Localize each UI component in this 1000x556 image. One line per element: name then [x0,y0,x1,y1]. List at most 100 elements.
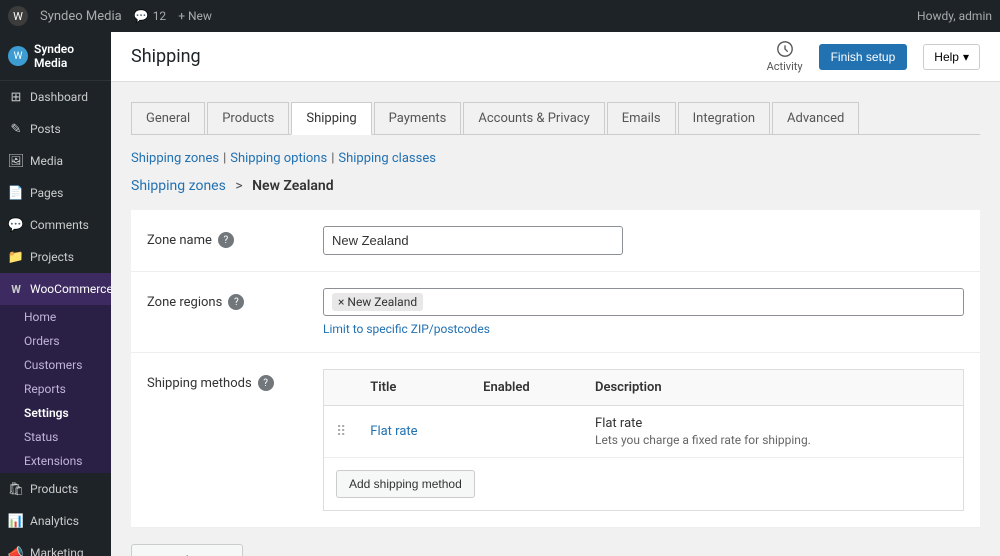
method-row-flat-rate: ⠿ Flat rate [324,406,963,458]
add-method-row: Add shipping method [324,458,963,510]
help-label: Help [934,50,959,64]
sidebar-item-marketing[interactable]: 📣 Marketing [0,537,111,556]
site-name: Syndeo Media [40,9,122,24]
save-changes-button[interactable]: Save changes [131,544,243,556]
new-label: + New [178,9,212,23]
sidebar-item-comments[interactable]: 💬 Comments [0,209,111,241]
tab-products[interactable]: Products [207,102,289,134]
method-title-link[interactable]: Flat rate [370,424,417,439]
sidebar-item-projects[interactable]: 📁 Projects [0,241,111,273]
sub-nav: Shipping zones | Shipping options | Ship… [131,151,980,166]
method-desc-text: Lets you charge a fixed rate for shippin… [595,433,951,447]
sidebar-label-woo: WooCommerce [30,282,111,296]
drag-icon: ⠿ [336,424,346,440]
sidebar-item-pages[interactable]: 📄 Pages [0,177,111,209]
subnav-sep-1: | [223,151,226,166]
zone-regions-field: × New Zealand Limit to specific ZIP/post… [323,288,964,336]
woo-submenu-reports[interactable]: Reports [0,377,111,401]
sidebar-item-products[interactable]: 🛍 Products [0,473,111,505]
sidebar-label-analytics: Analytics [30,514,79,528]
methods-table: Title Enabled Description ⠿ [324,370,963,458]
zone-regions-label: Zone regions ? [147,288,307,310]
projects-icon: 📁 [8,249,24,265]
topbar-site[interactable]: Syndeo Media [40,9,122,24]
zone-name-label-text: Zone name [147,233,212,248]
topbar-comments[interactable]: 💬 12 [134,9,166,23]
woo-submenu-settings[interactable]: Settings [0,401,111,425]
wp-logo: W [8,6,28,26]
tab-emails[interactable]: Emails [607,102,676,134]
woo-submenu-extensions[interactable]: Extensions [0,449,111,473]
topbar-new[interactable]: + New [178,9,212,23]
tab-payments[interactable]: Payments [374,102,462,134]
add-shipping-method-button[interactable]: Add shipping method [336,470,475,498]
woo-submenu-home[interactable]: Home [0,305,111,329]
posts-icon: ✎ [8,121,24,137]
shipping-methods-help-icon[interactable]: ? [258,375,274,391]
sidebar-label-media: Media [30,154,63,168]
zone-region-tag: × New Zealand [332,293,423,311]
sidebar-item-analytics[interactable]: 📊 Analytics [0,505,111,537]
col-enabled: Enabled [471,370,583,406]
sidebar-item-media[interactable]: 🖼 Media [0,145,111,177]
activity-button[interactable]: Activity [767,40,803,73]
sidebar-item-posts[interactable]: ✎ Posts [0,113,111,145]
zone-regions-help-icon[interactable]: ? [228,294,244,310]
limit-zip-link: Limit to specific ZIP/postcodes [323,322,964,336]
zone-regions-tag-input[interactable]: × New Zealand [323,288,964,316]
help-button[interactable]: Help ▾ [923,44,980,70]
tab-shipping[interactable]: Shipping [291,102,371,135]
subnav-shipping-options[interactable]: Shipping options [230,151,327,166]
method-drag-handle[interactable]: ⠿ [324,406,358,458]
sidebar-label-products: Products [30,482,78,496]
finish-setup-button[interactable]: Finish setup [819,44,908,70]
sidebar-item-dashboard[interactable]: ⊞ Dashboard [0,81,111,113]
subnav-shipping-classes[interactable]: Shipping classes [338,151,436,166]
shipping-methods-row: Shipping methods ? Title Enabled [131,353,980,528]
zone-name-input[interactable] [323,226,623,255]
header-actions: Activity Finish setup Help ▾ [767,40,980,73]
sidebar: W Syndeo Media ⊞ Dashboard ✎ Posts 🖼 Med… [0,32,111,556]
zone-regions-label-text: Zone regions [147,295,222,310]
comment-icon: 💬 [134,9,149,23]
sidebar-label-marketing: Marketing [30,546,84,556]
topbar-right: Howdy, admin [917,9,992,23]
comments-count: 12 [153,9,167,23]
methods-header-row: Title Enabled Description [324,370,963,406]
woo-submenu-orders[interactable]: Orders [0,329,111,353]
zone-name-label: Zone name ? [147,226,307,248]
activity-label: Activity [767,60,803,73]
zone-name-row: Zone name ? [131,210,980,272]
analytics-icon: 📊 [8,513,24,529]
method-desc-cell: Flat rate Lets you charge a fixed rate f… [583,406,963,458]
breadcrumb-parent[interactable]: Shipping zones [131,178,226,194]
limit-zip-anchor[interactable]: Limit to specific ZIP/postcodes [323,322,490,336]
media-icon: 🖼 [8,153,24,169]
woo-icon: W [8,281,24,297]
products-icon: 🛍 [8,481,24,497]
tab-general[interactable]: General [131,102,205,134]
page-title: Shipping [131,46,201,67]
subnav-sep-2: | [331,151,334,166]
shipping-methods-field: Title Enabled Description ⠿ [323,369,964,511]
tabs: General Products Shipping Payments Accou… [131,102,980,135]
sidebar-brand-icon: W [8,46,28,66]
zone-name-help-icon[interactable]: ? [218,232,234,248]
tab-advanced[interactable]: Advanced [772,102,859,134]
dashboard-icon: ⊞ [8,89,24,105]
sidebar-item-woocommerce[interactable]: W WooCommerce [0,273,111,305]
shipping-methods-label: Shipping methods ? [147,369,307,391]
subnav-shipping-zones[interactable]: Shipping zones [131,151,219,166]
help-chevron: ▾ [963,50,969,64]
tab-integration[interactable]: Integration [678,102,770,134]
main: Shipping Activity Finish setup Help ▾ Ge… [111,32,1000,556]
col-drag [324,370,358,406]
woo-submenu-customers[interactable]: Customers [0,353,111,377]
woo-submenu-status[interactable]: Status [0,425,111,449]
marketing-icon: 📣 [8,545,24,556]
methods-container: Title Enabled Description ⠿ [323,369,964,511]
pages-icon: 📄 [8,185,24,201]
topbar-left: W Syndeo Media 💬 12 + New [8,6,917,26]
tab-accounts-privacy[interactable]: Accounts & Privacy [463,102,604,134]
sidebar-label-posts: Posts [30,122,61,136]
